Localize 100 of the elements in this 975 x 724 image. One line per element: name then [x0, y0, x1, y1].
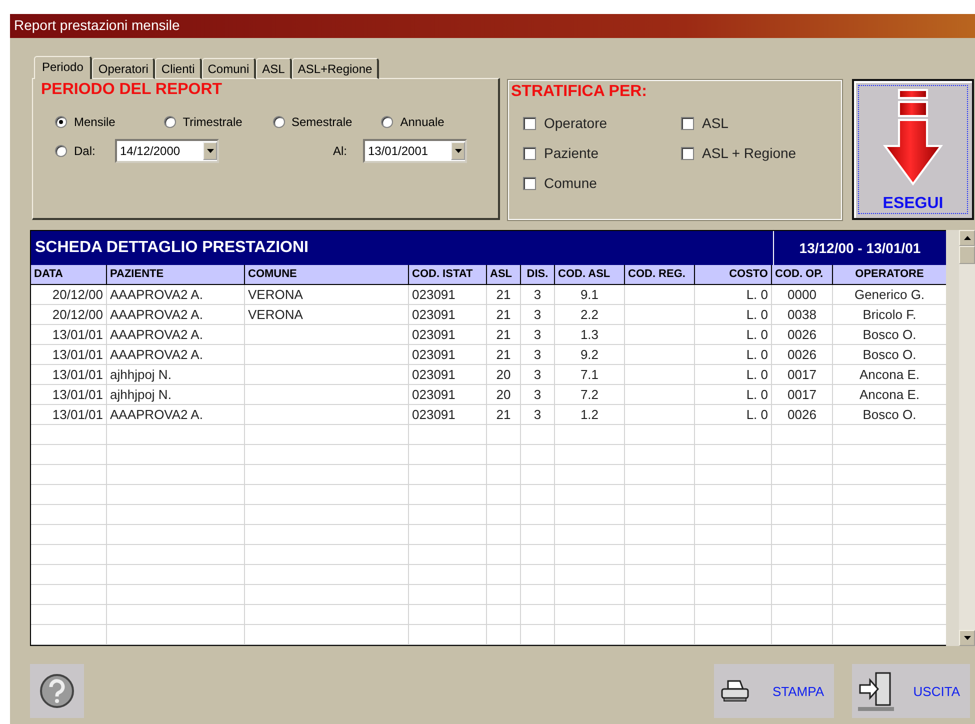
table-cell: L. 0: [695, 284, 772, 304]
date-label: Al:: [332, 144, 347, 158]
tab[interactable]: ASL+Regione: [292, 58, 380, 79]
stratify-checkbox[interactable]: ASL + Regione: [681, 145, 839, 161]
tab[interactable]: Comuni: [202, 58, 256, 79]
table-cell: 21: [487, 304, 521, 324]
tab[interactable]: ASL: [256, 58, 292, 79]
help-button[interactable]: [30, 664, 84, 718]
column-header: ASL: [487, 264, 521, 284]
down-arrow-icon[interactable]: [964, 636, 970, 640]
table-cell: 7.1: [555, 364, 625, 384]
printer-icon: [720, 679, 750, 703]
table-cell: 20/12/00: [31, 304, 107, 324]
table-cell: 9.1: [555, 284, 625, 304]
table-cell: 023091: [409, 344, 487, 364]
column-header: COD. REG.: [625, 264, 695, 284]
table-cell: 3: [521, 304, 555, 324]
table-cell: 0000: [772, 284, 833, 304]
period-heading: PERIODO DEL REPORT: [41, 81, 224, 99]
column-header: DIS.: [521, 264, 555, 284]
table-cell: 21: [487, 344, 521, 364]
table-title: SCHEDA DETTAGLIO PRESTAZIONI: [34, 238, 310, 257]
table-cell: L. 0: [695, 384, 772, 404]
table-cell: 13/01/01: [31, 384, 107, 404]
table-cell: 20: [487, 364, 521, 384]
table-cell: AAAPROVA2 A.: [107, 344, 245, 364]
stratify-checkbox[interactable]: Comune: [523, 175, 681, 191]
run-button[interactable]: ESEGUI: [852, 79, 974, 220]
period-radio[interactable]: Annuale: [381, 115, 490, 129]
down-arrow-icon: [881, 88, 945, 188]
date-field[interactable]: 13/01/2001: [363, 139, 467, 163]
period-radio[interactable]: Trimestrale: [164, 115, 272, 129]
table-cell: 0038: [772, 304, 833, 324]
table-cell: ajhhjpoj N.: [107, 384, 245, 404]
table-cell: 023091: [409, 404, 487, 424]
range-radio[interactable]: Dal:: [55, 144, 115, 158]
table-cell: 13/01/01: [31, 404, 107, 424]
table-cell: VERONA: [245, 284, 409, 304]
table-cell: 21: [487, 404, 521, 424]
tab[interactable]: Operatori: [92, 58, 156, 79]
stratify-checkbox[interactable]: ASL: [681, 115, 839, 131]
column-header: COSTO: [695, 264, 772, 284]
tab[interactable]: Clienti: [155, 58, 202, 79]
table-cell: AAAPROVA2 A.: [107, 404, 245, 424]
column-header: COD. OP.: [772, 264, 833, 284]
table-cell: 1.2: [555, 404, 625, 424]
table-cell: 13/01/01: [31, 324, 107, 344]
scrollbar[interactable]: [946, 230, 975, 646]
date-range: 13/12/00 - 13/01/01: [799, 240, 921, 256]
table-cell: L. 0: [695, 324, 772, 344]
print-button[interactable]: STAMPA: [714, 664, 834, 718]
table-cell: 0026: [772, 404, 833, 424]
table-cell: 21: [487, 284, 521, 304]
table-cell: 0026: [772, 344, 833, 364]
table-cell: 3: [521, 384, 555, 404]
table-cell: AAAPROVA2 A.: [107, 304, 245, 324]
column-header: DATA: [31, 264, 107, 284]
table-cell: 1.3: [555, 324, 625, 344]
column-header: COD. ASL: [555, 264, 625, 284]
table-cell: 13/01/01: [31, 364, 107, 384]
column-header: COD. ISTAT: [409, 264, 487, 284]
stratify-checkbox[interactable]: Paziente: [523, 145, 681, 161]
table-cell: 3: [521, 324, 555, 344]
date-field[interactable]: 14/12/2000: [115, 139, 219, 163]
table-cell: 3: [521, 364, 555, 384]
table-cell: L. 0: [695, 344, 772, 364]
table-cell: 3: [521, 284, 555, 304]
dropdown-icon[interactable]: [451, 142, 465, 160]
table-cell: 13/01/01: [31, 344, 107, 364]
exit-door-icon: [858, 671, 894, 711]
table-cell: 023091: [409, 304, 487, 324]
table-cell: 023091: [409, 364, 487, 384]
column-header: PAZIENTE: [107, 264, 245, 284]
up-arrow-icon[interactable]: [964, 236, 970, 240]
stratify-heading: STRATIFICA PER:: [511, 83, 648, 101]
window-title: Report prestazioni mensile: [10, 14, 975, 38]
table-cell: AAAPROVA2 A.: [107, 324, 245, 344]
table-cell: 9.2: [555, 344, 625, 364]
period-radio[interactable]: Semestrale: [272, 115, 382, 129]
table-cell: L. 0: [695, 364, 772, 384]
table-cell: L. 0: [695, 404, 772, 424]
table-cell: 20/12/00: [31, 284, 107, 304]
exit-button[interactable]: USCITA: [852, 664, 970, 718]
column-header: COMUNE: [245, 264, 409, 284]
scroll-thumb[interactable]: [959, 246, 975, 264]
stratify-checkbox[interactable]: Operatore: [523, 115, 681, 131]
tab[interactable]: Periodo: [34, 56, 92, 79]
table-cell: ajhhjpoj N.: [107, 364, 245, 384]
table-cell: 3: [521, 344, 555, 364]
table-cell: 21: [487, 324, 521, 344]
dropdown-icon[interactable]: [203, 142, 217, 160]
table-cell: 023091: [409, 384, 487, 404]
table-cell: AAAPROVA2 A.: [107, 284, 245, 304]
table-cell: L. 0: [695, 304, 772, 324]
table-cell: 0017: [772, 384, 833, 404]
help-icon: [39, 673, 75, 709]
period-radio[interactable]: Mensile: [55, 115, 164, 129]
table-cell: 023091: [409, 324, 487, 344]
table-cell: 3: [521, 404, 555, 424]
table-cell: VERONA: [245, 304, 409, 324]
